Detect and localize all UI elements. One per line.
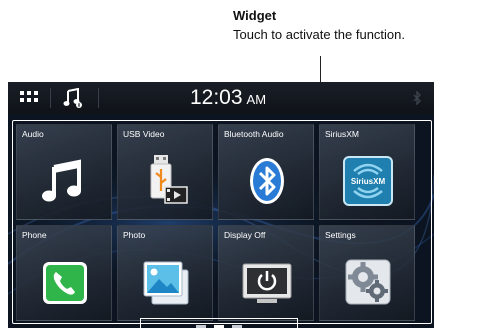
callout-description: Touch to activate the function. — [233, 27, 405, 42]
clock: 12:03 AM — [158, 86, 298, 110]
status-bar: 12:03 AM — [8, 82, 434, 114]
callout-title: Widget — [233, 8, 277, 23]
music-source-icon[interactable] — [63, 88, 83, 108]
status-separator — [50, 88, 51, 108]
status-separator — [98, 88, 99, 108]
clock-ampm: AM — [246, 92, 267, 107]
widget-highlight-frame — [12, 120, 432, 324]
clock-time: 12:03 — [189, 86, 243, 109]
bluetooth-status-icon — [413, 91, 421, 105]
grid-menu-icon[interactable] — [20, 91, 38, 105]
